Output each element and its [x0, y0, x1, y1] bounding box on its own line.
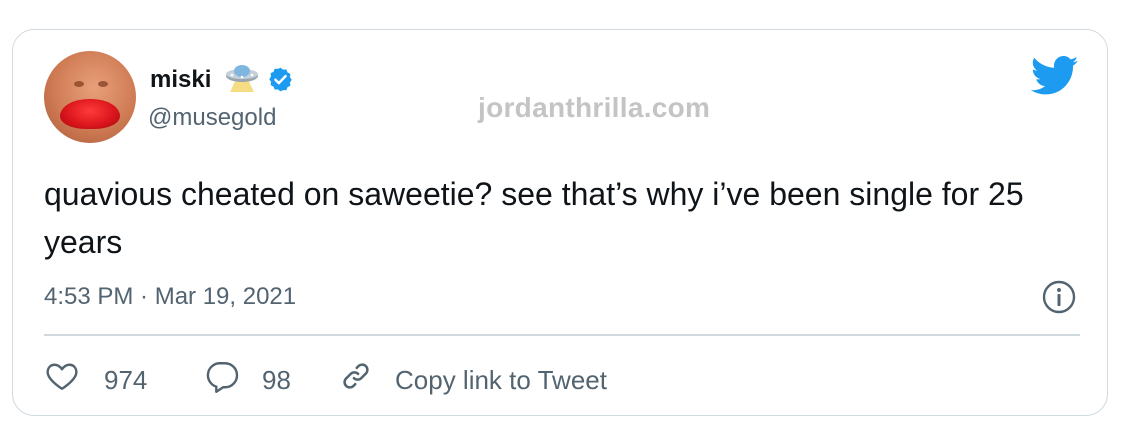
tweet-timestamp[interactable]: 4:53 PM · Mar 19, 2021 [44, 283, 296, 311]
like-count: 974 [104, 365, 148, 395]
info-icon[interactable] [1041, 279, 1077, 315]
reply-button[interactable]: 98 [204, 358, 304, 398]
reply-icon [206, 362, 239, 393]
author-name[interactable]: miski [150, 66, 211, 94]
verified-icon [269, 67, 292, 92]
divider [44, 334, 1080, 336]
watermark: jordanthrilla.com [478, 92, 711, 123]
ufo-icon [226, 65, 258, 92]
reply-count: 98 [262, 365, 291, 395]
twitter-bird-icon[interactable] [1031, 56, 1079, 96]
copy-link-button[interactable]: Copy link to Tweet [338, 358, 638, 398]
link-icon [343, 363, 369, 389]
author-handle[interactable]: @musegold [148, 104, 276, 132]
tweet-text: quavious cheated on saweetie? see that’s… [44, 176, 1024, 260]
avatar-nostril [74, 81, 84, 87]
like-button[interactable]: 974 [44, 358, 164, 398]
avatar-lips [60, 99, 120, 129]
copy-link-label: Copy link to Tweet [395, 365, 607, 395]
avatar-nostril [98, 81, 108, 87]
avatar[interactable] [44, 51, 136, 143]
heart-icon [46, 363, 78, 390]
